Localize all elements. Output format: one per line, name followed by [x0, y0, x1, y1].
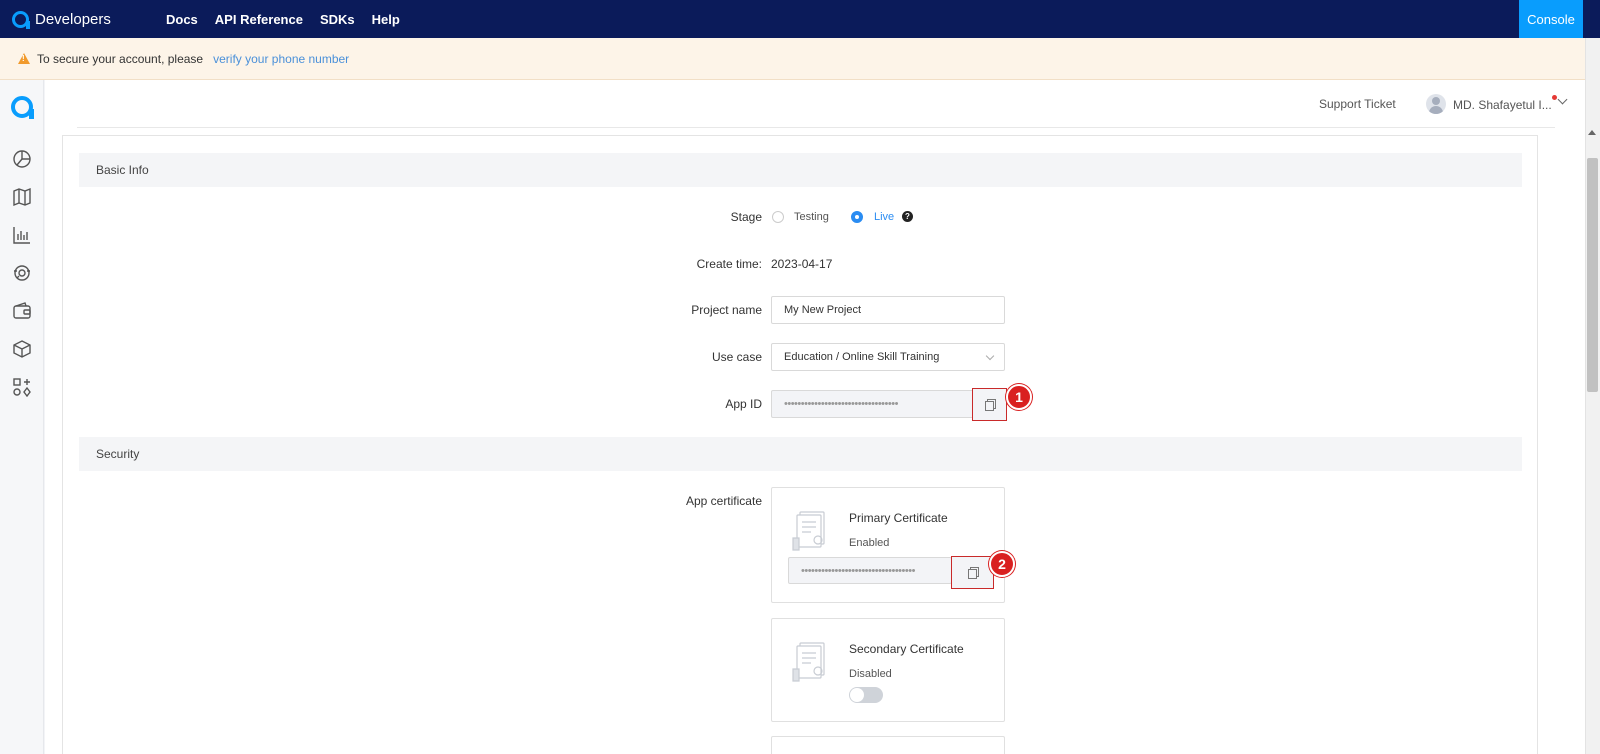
verify-phone-link[interactable]: verify your phone number	[213, 52, 349, 66]
use-case-select[interactable]: Education / Online Skill Training	[771, 343, 1005, 371]
nav-sdks-link[interactable]: SDKs	[320, 12, 355, 27]
app-certificate-label: App certificate	[685, 494, 762, 508]
brand-logo-link[interactable]: Developers	[12, 0, 111, 38]
notification-dot-icon	[1552, 95, 1557, 100]
stage-testing-label[interactable]: Testing	[794, 211, 829, 223]
map-icon[interactable]	[11, 186, 33, 208]
nav-api-reference-link[interactable]: API Reference	[215, 12, 303, 27]
step-badge-2: 2	[989, 551, 1015, 577]
project-name-label: Project name	[691, 303, 762, 317]
top-nav: Developers Docs API Reference SDKs Help …	[0, 0, 1600, 38]
copy-icon	[967, 567, 979, 579]
certificate-card-partial	[771, 736, 1005, 754]
sidebar-logo-icon[interactable]	[11, 96, 34, 119]
primary-certificate-field: ••••••••••••••••••••••••••••••••••	[788, 557, 952, 584]
banner-text: To secure your account, please	[37, 51, 204, 66]
chevron-down-icon	[985, 351, 995, 361]
scroll-up-arrow-icon[interactable]	[1588, 130, 1596, 135]
secondary-certificate-status: Disabled	[849, 668, 892, 680]
main-content: Support Ticket MD. Shafayetul I... Basic…	[45, 80, 1585, 754]
nav-docs-link[interactable]: Docs	[166, 12, 198, 27]
secondary-certificate-card: Secondary Certificate Disabled	[771, 618, 1005, 722]
cube-icon[interactable]	[11, 338, 33, 360]
stage-live-radio[interactable]	[851, 211, 863, 223]
help-icon[interactable]: ?	[902, 211, 913, 222]
app-id-field: ••••••••••••••••••••••••••••••••••	[771, 390, 1005, 418]
copy-app-id-button[interactable]	[972, 388, 1007, 421]
create-time-value: 2023-04-17	[771, 257, 833, 271]
bar-chart-icon[interactable]	[11, 224, 33, 246]
pie-chart-icon[interactable]	[11, 148, 33, 170]
copy-primary-certificate-button[interactable]	[951, 556, 994, 589]
warning-banner: To secure your account, please verify yo…	[0, 38, 1585, 80]
brand-title: Developers	[35, 10, 111, 28]
project-card: Basic Info Stage Testing Live ? Create t…	[62, 135, 1538, 754]
primary-certificate-status: Enabled	[849, 537, 890, 549]
chevron-down-icon[interactable]	[1557, 94, 1568, 105]
scrollbar-thumb[interactable]	[1587, 158, 1598, 392]
stage-live-label[interactable]: Live	[874, 211, 894, 223]
wallet-icon[interactable]	[11, 300, 33, 322]
primary-certificate-title: Primary Certificate	[849, 511, 948, 525]
user-avatar-icon[interactable]	[1426, 94, 1446, 114]
step-badge-1: 1	[1006, 384, 1032, 410]
extensions-icon[interactable]	[11, 376, 33, 398]
create-time-label: Create time:	[696, 257, 762, 271]
use-case-label: Use case	[711, 350, 762, 364]
support-ticket-link[interactable]: Support Ticket	[1319, 97, 1396, 111]
user-name[interactable]: MD. Shafayetul I...	[1453, 98, 1552, 112]
app-id-label: App ID	[725, 397, 762, 411]
content-header: Support Ticket MD. Shafayetul I...	[77, 80, 1568, 128]
sidebar	[0, 80, 44, 754]
basic-info-section-header: Basic Info	[79, 153, 1522, 187]
warning-icon	[18, 53, 30, 64]
stage-label: Stage	[730, 210, 762, 224]
agora-logo-icon	[12, 10, 30, 29]
project-name-input[interactable]: My New Project	[771, 296, 1005, 324]
certificate-icon	[792, 511, 825, 551]
copy-icon	[984, 399, 996, 411]
security-section-header: Security	[79, 437, 1522, 471]
stage-testing-radio[interactable]	[772, 211, 784, 223]
nav-help-link[interactable]: Help	[372, 12, 400, 27]
support-headset-icon[interactable]	[11, 262, 33, 284]
certificate-icon	[792, 642, 825, 682]
secondary-certificate-toggle[interactable]	[849, 687, 883, 703]
secondary-certificate-title: Secondary Certificate	[849, 642, 964, 656]
use-case-value: Education / Online Skill Training	[784, 351, 940, 363]
console-button[interactable]: Console	[1519, 0, 1583, 38]
scrollbar-track[interactable]	[1585, 38, 1600, 754]
